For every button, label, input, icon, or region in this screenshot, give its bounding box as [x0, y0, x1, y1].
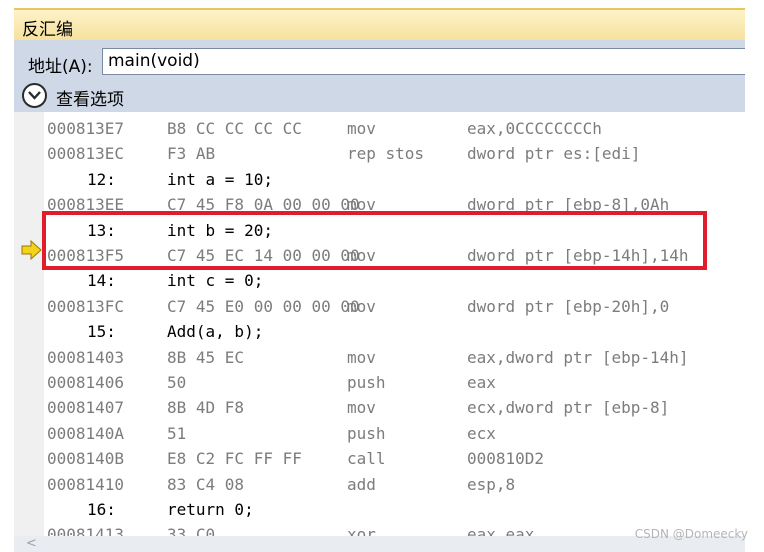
source-line-number: 15: — [87, 322, 116, 342]
asm-line[interactable]: 00081407 8B 4D F8 mov ecx,dword ptr [ebp-8] — [14, 395, 745, 420]
source-line[interactable]: 14: int c = 0; — [14, 268, 745, 293]
asm-mnemonic: push — [347, 423, 386, 443]
asm-mnemonic: mov — [347, 347, 376, 367]
source-line-number: 14: — [87, 271, 116, 291]
asm-address: 00081413 — [47, 525, 125, 536]
source-code: int a = 10; — [167, 169, 273, 189]
asm-bytes: 50 — [167, 373, 187, 392]
asm-line[interactable]: 000813FC C7 45 E0 00 00 00 00 mov dword ptr… — [14, 294, 745, 319]
asm-bytes: 8B 45 EC — [167, 347, 245, 367]
highlight-box — [42, 211, 707, 270]
title-bar: 反汇编 — [14, 8, 745, 40]
asm-address: 00081410 — [47, 474, 125, 494]
source-code: return 0; — [167, 500, 254, 519]
source-line-number: 16: — [87, 500, 116, 519]
asm-bytes: 83 C4 08 — [167, 474, 245, 494]
asm-bytes: E8 C2 FC FF FF — [167, 449, 302, 469]
asm-operands: eax,eax — [467, 525, 535, 536]
asm-address: 000813E7 — [47, 119, 125, 138]
asm-address: 00081406 — [47, 373, 125, 392]
asm-line[interactable]: 0008140A 51 push ecx — [14, 421, 745, 446]
asm-bytes: F3 AB — [167, 144, 216, 164]
current-instruction-arrow-icon — [21, 240, 42, 260]
asm-bytes: 8B 4D F8 — [167, 398, 245, 418]
disassembly-code-view[interactable]: 000813E7 B8 CC CC CC CC mov eax,0CCCCCCCCh 0… — [14, 112, 745, 536]
asm-bytes: 33 C0 — [167, 525, 216, 536]
asm-address: 00081407 — [47, 398, 125, 418]
asm-operands: ecx — [467, 423, 496, 443]
asm-operands: eax,dword ptr [ebp-14h] — [467, 347, 689, 367]
disassembly-window: 反汇编 地址(A): main(void) 查看选项 000813E7 B8 CC… — [14, 8, 745, 552]
asm-operands: eax — [467, 373, 496, 392]
asm-operands: dword ptr [ebp-20h],0 — [467, 296, 670, 316]
asm-mnemonic: mov — [347, 119, 376, 138]
asm-mnemonic: call — [347, 449, 386, 469]
address-bar: 地址(A): main(void) — [14, 43, 745, 83]
asm-line[interactable]: 000813EC F3 AB rep stos dword ptr es:[edi] — [14, 141, 745, 166]
source-line[interactable]: 15: Add(a, b); — [14, 319, 745, 344]
asm-address: 00081403 — [47, 347, 125, 367]
asm-address: 0008140B — [47, 449, 125, 469]
address-label: 地址(A): — [28, 57, 93, 77]
source-code: Add(a, b); — [167, 322, 264, 342]
source-line-number: 12: — [87, 169, 116, 189]
source-line[interactable]: 12: int a = 10; — [14, 167, 745, 192]
watermark: CSDN @Domeecky — [634, 527, 748, 541]
asm-line[interactable]: 000813E7 B8 CC CC CC CC mov eax,0CCCCCCCCh — [14, 116, 745, 141]
asm-address: 000813EC — [47, 144, 125, 164]
asm-address: 0008140A — [47, 423, 125, 443]
asm-line[interactable]: 0008140B E8 C2 FC FF FF call 000810D2 — [14, 446, 745, 471]
asm-bytes: 51 — [167, 423, 187, 443]
asm-mnemonic: xor — [347, 525, 376, 536]
asm-operands: 000810D2 — [467, 449, 545, 469]
source-code: int c = 0; — [167, 271, 264, 291]
window-title: 反汇编 — [22, 20, 73, 40]
asm-line[interactable]: 00081406 50 push eax — [14, 370, 745, 395]
asm-operands: eax,0CCCCCCCCh — [467, 119, 602, 138]
asm-mnemonic: mov — [347, 398, 376, 418]
asm-operands: ecx,dword ptr [ebp-8] — [467, 398, 670, 418]
view-options-label[interactable]: 查看选项 — [56, 85, 124, 110]
asm-address: 000813FC — [47, 296, 125, 316]
asm-mnemonic: push — [347, 373, 386, 392]
asm-operands: esp,8 — [467, 474, 516, 494]
asm-mnemonic: rep stos — [347, 144, 425, 164]
address-input[interactable]: main(void) — [102, 48, 745, 75]
asm-line[interactable]: 00081410 83 C4 08 add esp,8 — [14, 472, 745, 497]
asm-mnemonic: add — [347, 474, 376, 494]
asm-bytes: B8 CC CC CC CC — [167, 119, 302, 138]
asm-operands: dword ptr es:[edi] — [467, 144, 641, 164]
asm-line[interactable]: 00081403 8B 45 EC mov eax,dword ptr [ebp-14… — [14, 345, 745, 370]
asm-bytes: C7 45 E0 00 00 00 00 — [167, 296, 360, 316]
chevron-down-icon[interactable] — [22, 83, 47, 108]
scroll-left-icon[interactable]: < — [26, 536, 37, 551]
asm-mnemonic: mov — [347, 296, 376, 316]
view-options[interactable]: 查看选项 — [14, 83, 745, 113]
source-line[interactable]: 16: return 0; — [14, 497, 745, 522]
